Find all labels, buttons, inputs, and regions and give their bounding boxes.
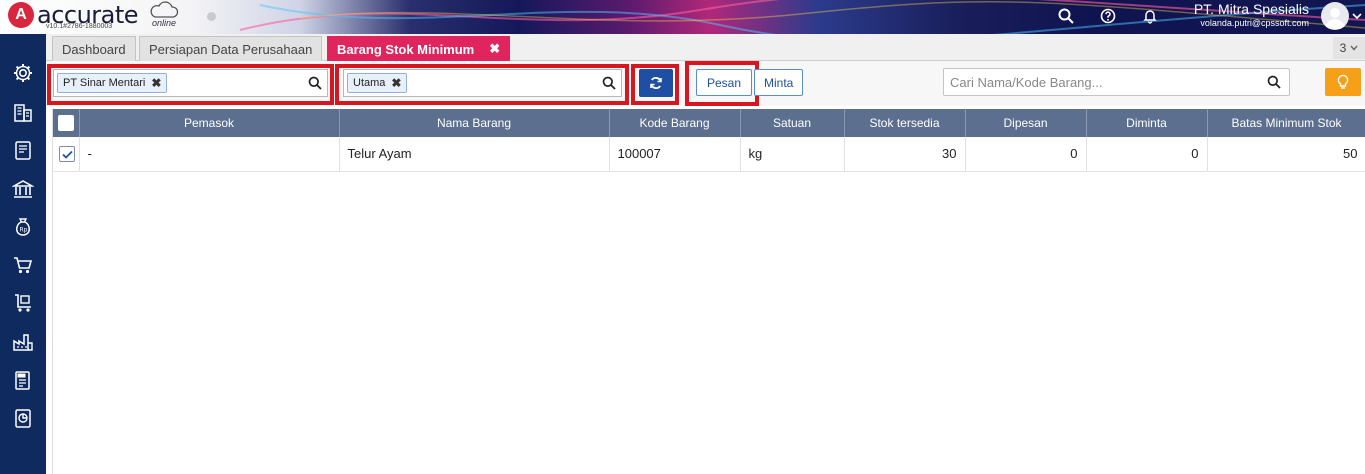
supplier-filter[interactable]: PT Sinar Mentari ✖ xyxy=(53,69,328,97)
money-bag-icon[interactable]: Rp xyxy=(10,214,36,240)
gear-icon[interactable] xyxy=(10,60,36,86)
chip-label: Utama xyxy=(353,77,386,89)
cell-nama-barang: Telur Ayam xyxy=(339,137,610,172)
column-header[interactable]: Batas Minimum Stok xyxy=(1207,109,1365,137)
row-select-cell xyxy=(53,137,80,172)
warehouse-chip: Utama ✖ xyxy=(347,73,408,93)
order-button-label: Pesan xyxy=(707,75,742,90)
column-header[interactable]: Satuan xyxy=(740,109,845,137)
row-checkbox[interactable] xyxy=(59,146,75,163)
request-button-label: Minta xyxy=(764,75,794,90)
logo-mark: A xyxy=(8,2,34,28)
table-row[interactable]: - Telur Ayam 100007 kg 30 0 0 50 xyxy=(53,137,1365,172)
top-header: A accurate online v10.1#2786-1880003 PT.… xyxy=(0,0,1365,34)
bank-icon[interactable] xyxy=(10,176,36,202)
tab-count-dropdown[interactable]: 3 xyxy=(1333,37,1365,59)
column-header[interactable]: Nama Barang xyxy=(339,109,610,137)
cell-batas-minimum: 50 xyxy=(1207,137,1365,172)
column-header[interactable]: Kode Barang xyxy=(609,109,741,137)
tab-label: Dashboard xyxy=(62,41,126,57)
factory-icon[interactable] xyxy=(10,329,36,355)
document-icon[interactable] xyxy=(10,137,36,163)
select-all-header xyxy=(53,109,80,137)
item-search-field[interactable] xyxy=(943,68,1290,96)
company-info[interactable]: PT. Mitra Spesialis volanda.putri@cpssof… xyxy=(1194,1,1309,29)
chip-remove-icon[interactable]: ✖ xyxy=(151,76,161,90)
column-header[interactable]: Stok tersedia xyxy=(844,109,966,137)
chip-remove-icon[interactable]: ✖ xyxy=(391,76,401,90)
minimum-stock-table: Pemasok Nama Barang Kode Barang Satuan S… xyxy=(52,109,1365,474)
request-button[interactable]: Minta xyxy=(754,69,804,96)
avatar[interactable] xyxy=(1321,2,1349,30)
svg-text:Rp: Rp xyxy=(20,227,28,234)
warehouse-filter[interactable]: Utama ✖ xyxy=(343,69,622,97)
cart-icon[interactable] xyxy=(10,252,36,278)
search-icon[interactable] xyxy=(602,76,616,90)
search-icon[interactable] xyxy=(1267,75,1281,89)
item-search-input[interactable] xyxy=(944,69,1244,95)
tab-bar: Dashboard Persiapan Data Perusahaan Bara… xyxy=(46,34,1365,61)
sidebar: Rp xyxy=(0,34,46,474)
chevron-down-icon[interactable] xyxy=(1352,12,1362,20)
check-icon xyxy=(61,150,73,159)
tab-dashboard[interactable]: Dashboard xyxy=(52,36,136,61)
delivery-icon[interactable] xyxy=(10,290,36,316)
refresh-button[interactable] xyxy=(639,69,673,97)
order-button[interactable]: Pesan xyxy=(696,69,753,96)
logo-suffix: online xyxy=(152,18,177,28)
search-icon[interactable] xyxy=(1056,6,1076,26)
tab-barang-stok-minimum[interactable]: Barang Stok Minimum ✖ xyxy=(327,36,511,61)
building-icon[interactable] xyxy=(10,99,36,125)
search-icon[interactable] xyxy=(308,76,322,90)
cell-diminta: 0 xyxy=(1086,137,1208,172)
user-email: volanda.putri@cpssoft.com xyxy=(1200,18,1309,28)
company-name: PT. Mitra Spesialis xyxy=(1193,1,1309,17)
cell-satuan: kg xyxy=(740,137,845,172)
report-icon[interactable] xyxy=(10,405,36,431)
column-header[interactable]: Diminta xyxy=(1086,109,1208,137)
select-all-checkbox[interactable] xyxy=(57,115,74,131)
close-icon[interactable]: ✖ xyxy=(489,41,500,57)
bell-icon[interactable] xyxy=(1140,6,1160,26)
tax-icon[interactable] xyxy=(10,367,36,393)
cell-kode-barang: 100007 xyxy=(609,137,741,172)
tab-persiapan-data-perusahaan[interactable]: Persiapan Data Perusahaan xyxy=(139,36,323,61)
chevron-down-icon xyxy=(1350,45,1358,51)
refresh-icon xyxy=(650,77,662,89)
cloud-icon xyxy=(150,1,179,18)
tab-count-value: 3 xyxy=(1339,41,1347,55)
help-icon[interactable] xyxy=(1098,6,1118,26)
table-header-row: Pemasok Nama Barang Kode Barang Satuan S… xyxy=(53,109,1365,137)
cell-pemasok: - xyxy=(79,137,340,172)
column-header[interactable]: Dipesan xyxy=(965,109,1087,137)
version-label: v10.1#2786-1880003 xyxy=(46,23,113,30)
cell-stok-tersedia: 30 xyxy=(844,137,966,172)
header-wave-decoration xyxy=(239,0,1365,34)
cell-dipesan: 0 xyxy=(965,137,1087,172)
tab-label: Barang Stok Minimum xyxy=(337,41,475,57)
chip-label: PT Sinar Mentari xyxy=(63,77,146,89)
status-dot xyxy=(207,12,216,21)
supplier-chip: PT Sinar Mentari ✖ xyxy=(57,73,168,93)
tab-label: Persiapan Data Perusahaan xyxy=(149,41,313,57)
tips-button[interactable] xyxy=(1325,68,1361,96)
toolbar: PT Sinar Mentari ✖ Utama ✖ Pesan Minta xyxy=(46,61,1365,106)
lightbulb-icon xyxy=(1337,74,1349,89)
column-header[interactable]: Pemasok xyxy=(79,109,340,137)
